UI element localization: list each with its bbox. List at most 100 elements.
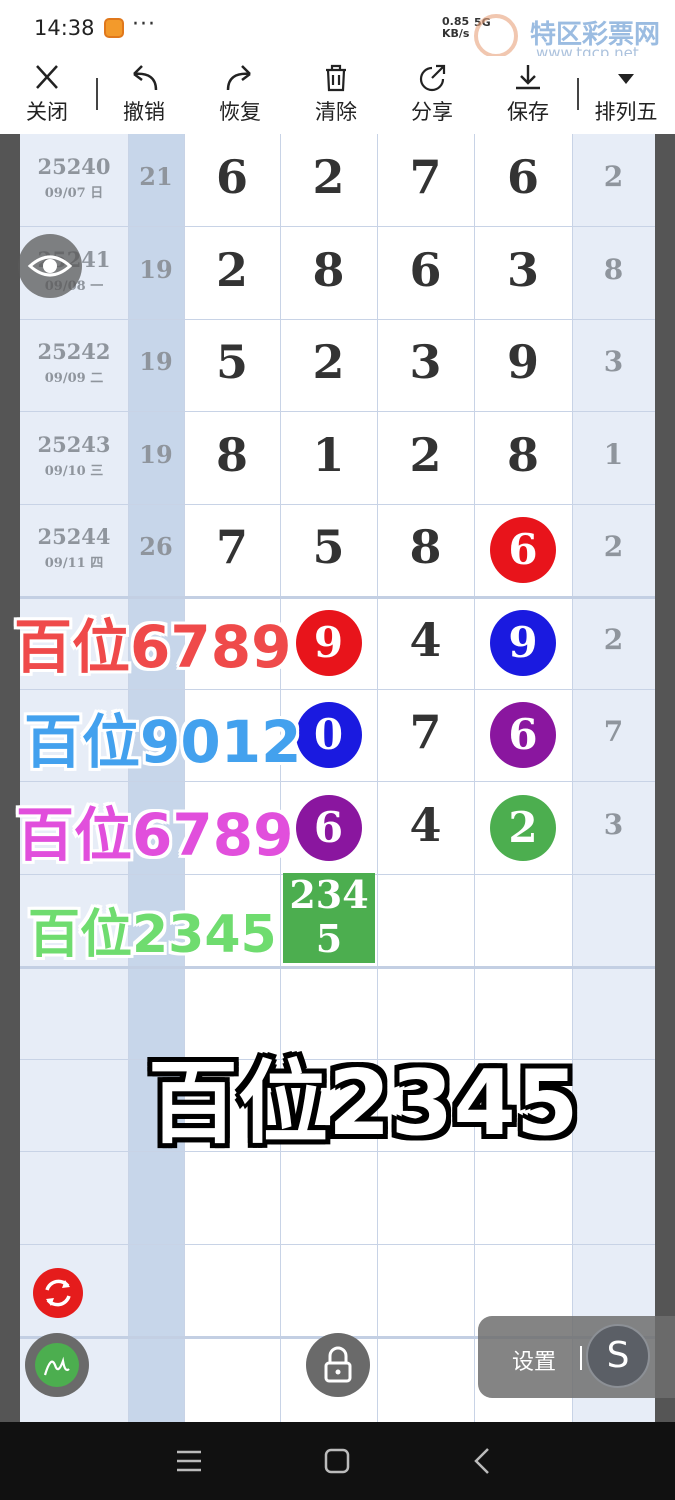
highlighted-digit-ball[interactable]: 9: [490, 609, 556, 676]
issue-number: 25243: [37, 431, 111, 457]
toolbar-divider: [577, 78, 579, 110]
clear-label: 清除: [315, 100, 357, 124]
status-bar: 14:38 ··· 0.85 KB/s 5G 特区彩票网 www.tqcp.ne…: [0, 0, 675, 62]
draw-digit: 6: [409, 242, 442, 297]
trash-icon: [326, 64, 346, 92]
watermark-logo-icon: [474, 14, 518, 58]
settings-divider: [580, 1346, 582, 1370]
undo-icon: [133, 65, 158, 91]
highlighted-digit-ball[interactable]: 6: [490, 702, 556, 768]
draw-digit: 1: [312, 427, 345, 482]
issue-date: 09/07 日: [44, 186, 104, 201]
undo-label: 撤销: [123, 100, 165, 124]
highlighted-digit-ball[interactable]: 9: [295, 609, 362, 676]
draw-digit: 6: [215, 150, 248, 204]
clear-button[interactable]: 清除: [296, 56, 376, 134]
digit-span: 7: [603, 715, 624, 748]
s-assistant-button[interactable]: S: [586, 1324, 650, 1388]
digit-span: 2: [603, 160, 624, 193]
issue-number: 25244: [37, 524, 111, 549]
close-label: 关闭: [26, 100, 68, 124]
close-icon: [36, 65, 58, 89]
hundreds-candidates-box: 234 5: [283, 873, 375, 963]
settings-button[interactable]: 设置: [512, 1344, 556, 1376]
highlighted-digit-ball[interactable]: 0: [295, 702, 362, 768]
draw-digit: 8: [506, 427, 539, 482]
lock-button[interactable]: [306, 1333, 370, 1397]
overlay-blue: 百位9012: [24, 708, 302, 776]
digit-span: 2: [603, 622, 624, 656]
settings-panel: 设置 S: [478, 1316, 675, 1398]
more-notifications-icon: ···: [132, 12, 156, 37]
draw-digit: 6: [506, 150, 539, 204]
draw-digit: 8: [409, 520, 442, 574]
draw-digit: 8: [215, 427, 248, 482]
share-icon: [419, 64, 446, 92]
clock: 14:38: [34, 16, 95, 40]
digit-span: 2: [603, 530, 624, 563]
draw-digit: 3: [506, 242, 539, 297]
toolbar: 关闭 撤销 恢复 清除 分享 保存 排列五: [0, 56, 675, 135]
draw-digit: 3: [409, 335, 442, 389]
caret-down-icon: [618, 74, 634, 84]
draw-digit: 2: [312, 150, 345, 204]
draw-digit: 8: [312, 242, 345, 297]
draw-digit: 7: [409, 705, 442, 759]
system-nav-bar: [0, 1422, 675, 1500]
share-button[interactable]: 分享: [392, 56, 472, 134]
lock-icon: [324, 1346, 352, 1383]
issue-date: 09/11 四: [44, 556, 104, 571]
highlighted-digit-ball[interactable]: 6: [490, 517, 556, 583]
download-icon: [516, 65, 540, 90]
digit-sum: 26: [139, 532, 173, 561]
draw-digit: 4: [409, 797, 442, 852]
digit-span: 3: [603, 807, 624, 841]
sheet-edge-left: [0, 134, 20, 1422]
eye-icon: [27, 255, 73, 277]
digit-sum: 19: [139, 439, 173, 469]
eye-toggle-button[interactable]: [18, 234, 82, 298]
digit-sum: 21: [139, 162, 173, 191]
save-button[interactable]: 保存: [488, 56, 568, 134]
close-button[interactable]: 关闭: [7, 56, 87, 134]
mode-label: 排列五: [594, 100, 658, 124]
draw-digit: 9: [506, 335, 539, 389]
back-icon[interactable]: [466, 1444, 500, 1478]
highlighted-digit-ball[interactable]: 2: [490, 794, 556, 861]
highlighted-digit-ball[interactable]: 6: [295, 794, 362, 861]
signature-pen-icon: [43, 1356, 70, 1376]
undo-button[interactable]: 撤销: [104, 56, 184, 134]
menu-icon[interactable]: [172, 1444, 206, 1478]
issue-date: 09/09 二: [44, 371, 104, 386]
digit-sum: 19: [139, 254, 173, 284]
draw-digit: 5: [215, 335, 248, 389]
mode-dropdown[interactable]: 排列五: [586, 56, 666, 134]
draw-digit: 2: [312, 335, 345, 389]
draw-digit: 2: [215, 242, 248, 297]
overlay-red: 百位6789: [14, 613, 292, 681]
digit-span: 8: [603, 252, 624, 286]
digit-sum: 19: [139, 347, 173, 376]
digit-span: 3: [603, 345, 624, 378]
toolbar-divider: [96, 78, 98, 110]
save-label: 保存: [507, 100, 549, 124]
share-label: 分享: [411, 100, 453, 124]
refresh-icon: [45, 1279, 71, 1307]
draw-digit: 2: [409, 427, 442, 482]
redo-label: 恢复: [219, 100, 261, 124]
overlay-big-caption: 百位2345: [148, 1051, 579, 1156]
overlay-green: 百位2345: [28, 905, 277, 965]
refresh-button[interactable]: [33, 1268, 83, 1318]
home-icon[interactable]: [320, 1444, 354, 1478]
pen-tool-button[interactable]: [25, 1333, 89, 1397]
issue-number: 25242: [37, 339, 111, 364]
table-row: [20, 1152, 655, 1245]
redo-icon: [226, 65, 251, 91]
draw-digit: 7: [409, 150, 442, 204]
issue-date: 09/10 三: [44, 463, 104, 479]
digit-span: 1: [603, 437, 624, 471]
issue-number: 25240: [37, 154, 111, 179]
sheet-edge-right: [655, 134, 675, 1422]
redo-button[interactable]: 恢复: [200, 56, 280, 134]
draw-digit: 7: [215, 520, 248, 574]
